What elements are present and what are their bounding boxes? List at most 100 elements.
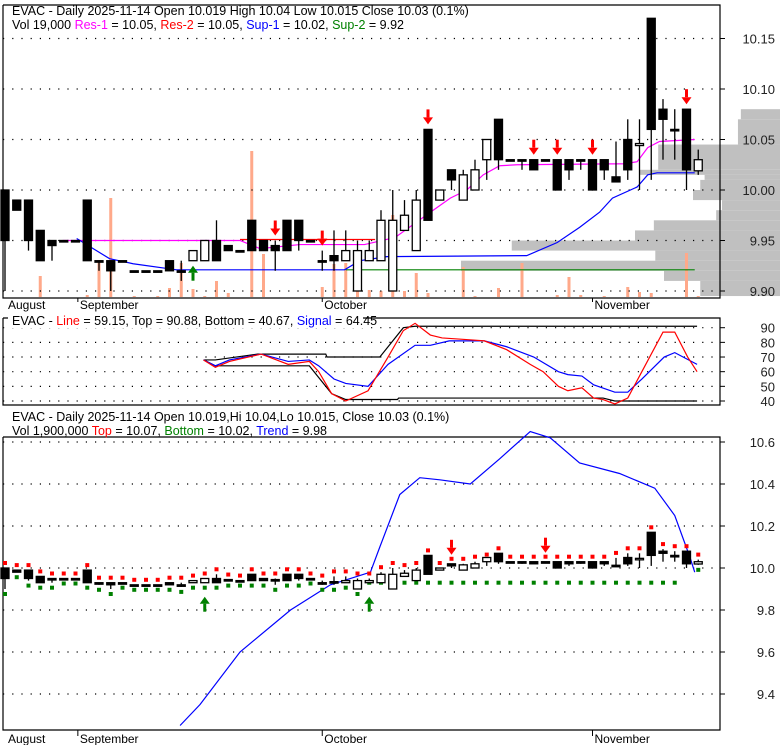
stoch-values: = 59.15, Top = 90.88, Bottom = 40.67, xyxy=(80,314,297,328)
trend-candle-down xyxy=(587,561,598,569)
trend-candle-down xyxy=(59,577,69,581)
buy-arrow-icon-shaft xyxy=(191,272,195,281)
stoch-signal-label: Signal xyxy=(297,314,332,328)
stoch-y-tick-label: 70 xyxy=(761,350,775,365)
trend-candle-down xyxy=(117,582,128,585)
month-label: November xyxy=(595,298,650,312)
volume-bar xyxy=(685,253,688,297)
top-marker xyxy=(426,548,430,553)
bottom-dot xyxy=(508,580,513,585)
volume-bar xyxy=(379,291,383,297)
price-candle-down xyxy=(12,199,22,211)
bottom-dot xyxy=(614,580,618,585)
trend-candle-down xyxy=(23,569,34,580)
top-marker xyxy=(14,563,19,568)
price-candle-down xyxy=(117,260,128,263)
price-candle-down xyxy=(282,219,292,252)
price-y-tick-label: 10.05 xyxy=(742,133,775,148)
top-value: = 10.07, xyxy=(112,424,164,438)
top-marker xyxy=(614,550,618,555)
top-marker xyxy=(238,573,242,578)
price-candle-down xyxy=(141,270,151,273)
price-y-tick-label: 9.95 xyxy=(750,234,775,249)
top-marker xyxy=(625,546,630,551)
bottom-dot xyxy=(567,580,571,585)
top-marker xyxy=(191,573,195,578)
price-candle-down xyxy=(446,169,457,181)
top-marker xyxy=(531,554,536,559)
top-marker xyxy=(261,571,266,576)
bottom-dot xyxy=(543,580,548,585)
stochastic-panel: 908070605040 xyxy=(2,317,775,409)
bottom-dot xyxy=(649,580,654,585)
buy-arrow-icon xyxy=(364,596,375,604)
trend-candle-up xyxy=(188,579,198,584)
top-marker xyxy=(214,567,219,572)
stoch-y-tick-label: 80 xyxy=(761,335,775,350)
stoch-line-label: Line xyxy=(56,314,80,328)
sell-arrow-icon xyxy=(681,97,692,105)
trend-line xyxy=(179,430,696,726)
trend-candle-down xyxy=(94,582,104,585)
top-marker xyxy=(296,567,301,572)
volume-profile-bar xyxy=(653,220,780,231)
trend-panel-header: EVAC - Daily 2025-11-14 Open 10.019,Hi 1… xyxy=(12,410,449,424)
bottom-marker xyxy=(179,589,184,594)
top-marker xyxy=(367,571,372,576)
res1-label: Res-1 xyxy=(75,18,108,32)
volume-profile-bar xyxy=(655,250,780,261)
price-candle-up xyxy=(352,249,363,292)
top-marker xyxy=(379,565,383,570)
price-candle-down xyxy=(329,254,339,262)
trend-candle-down xyxy=(317,582,327,585)
bottom-dot xyxy=(531,580,536,585)
top-marker xyxy=(108,575,113,580)
top-marker xyxy=(132,577,137,582)
bottom-marker xyxy=(308,581,313,586)
sup2-label: Sup-2 xyxy=(332,18,365,32)
top-marker xyxy=(414,561,419,565)
sell-arrow-icon xyxy=(552,147,563,155)
price-candle-up xyxy=(693,159,703,172)
bottom-label: Bottom xyxy=(164,424,204,438)
bottom-marker xyxy=(332,587,336,592)
trend-candle-down xyxy=(552,561,562,569)
trend-candle-down xyxy=(294,573,304,580)
top-marker xyxy=(355,571,360,576)
bottom-dot xyxy=(402,580,407,585)
price-candle-down xyxy=(70,239,81,243)
bottom-marker xyxy=(249,583,254,588)
price-candle-down xyxy=(153,270,163,273)
stoch-signal-value: = 64.45 xyxy=(332,314,378,328)
bottom-marker xyxy=(120,585,125,590)
trend-candle-down xyxy=(670,554,680,558)
price-candle-down xyxy=(0,189,10,242)
price-candle-down xyxy=(176,270,186,273)
trend-candle-down xyxy=(505,561,515,564)
bottom-marker xyxy=(61,581,66,586)
trend-candle-up xyxy=(458,564,468,571)
volume-bar xyxy=(579,295,583,297)
stoch-y-tick-label: 50 xyxy=(761,379,775,394)
bottom-dot xyxy=(602,580,607,585)
price-candle-down xyxy=(59,239,69,243)
top-marker xyxy=(308,571,313,576)
top-marker xyxy=(226,572,231,577)
trend-candle-down xyxy=(211,577,222,584)
price-candle-up xyxy=(634,142,645,147)
top-marker xyxy=(520,554,524,559)
sell-arrow-icon-shaft xyxy=(273,220,277,229)
top-marker xyxy=(496,546,501,551)
trend-candle-up xyxy=(388,573,398,590)
bottom-marker xyxy=(73,581,78,586)
bottom-dot xyxy=(555,580,560,585)
bottom-marker xyxy=(261,583,266,588)
sell-arrow-icon-shaft xyxy=(320,230,324,239)
top-marker xyxy=(3,561,7,565)
month-label: November xyxy=(595,732,650,745)
trend-candle-down xyxy=(164,582,175,586)
bottom-dot xyxy=(578,580,583,585)
top-marker xyxy=(602,554,607,559)
volume-profile-bar xyxy=(716,210,780,221)
stock-chart: 10.15 10.10 10.05 10.00 9.95 9.90 August Septem… xyxy=(0,0,780,745)
